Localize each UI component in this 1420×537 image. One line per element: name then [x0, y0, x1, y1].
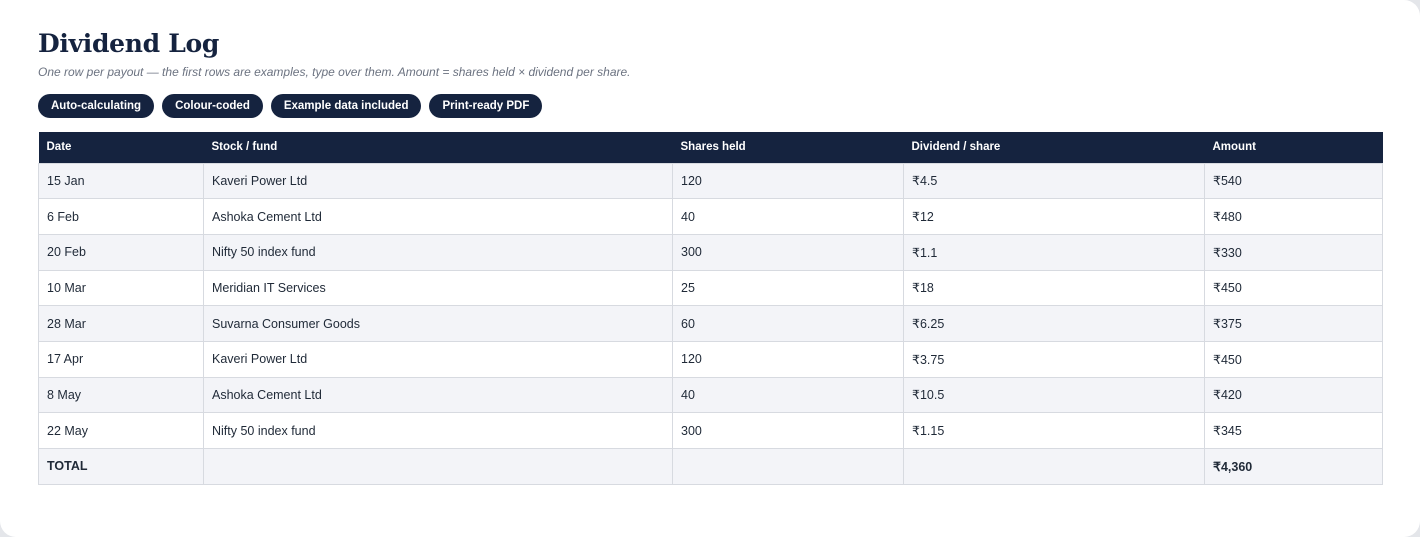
total-label: TOTAL [38, 448, 204, 485]
table-row: 10 Mar Meridian IT Services 25 ₹18 ₹450 [38, 269, 1383, 307]
cell-shares-held[interactable]: 300 [672, 233, 904, 271]
cell-amount: ₹420 [1204, 376, 1383, 414]
total-empty-cell [203, 448, 673, 485]
cell-dividend-per-share[interactable]: ₹6.25 [903, 305, 1205, 342]
header-stock-fund: Stock / fund [203, 132, 673, 163]
dividend-table-container: Date Stock / fund Shares held Dividend /… [38, 132, 1383, 485]
cell-stock-fund[interactable]: Kaveri Power Ltd [203, 340, 673, 378]
cell-shares-held[interactable]: 120 [672, 162, 904, 200]
pill-example-data: Example data included [270, 94, 422, 118]
cell-date[interactable]: 10 Mar [38, 269, 204, 307]
header-date: Date [38, 132, 204, 163]
page-title: Dividend Log [38, 29, 220, 58]
cell-date[interactable]: 22 May [38, 412, 204, 449]
cell-stock-fund[interactable]: Nifty 50 index fund [203, 233, 673, 271]
cell-amount: ₹450 [1204, 340, 1383, 378]
cell-dividend-per-share[interactable]: ₹4.5 [903, 162, 1205, 200]
pill-colour-coded: Colour-coded [162, 94, 263, 118]
total-amount: ₹4,360 [1204, 448, 1383, 485]
cell-stock-fund[interactable]: Nifty 50 index fund [203, 412, 673, 449]
dividend-table: Date Stock / fund Shares held Dividend /… [38, 132, 1383, 485]
header-amount: Amount [1204, 132, 1383, 163]
cell-shares-held[interactable]: 40 [672, 376, 904, 414]
cell-amount: ₹480 [1204, 198, 1383, 235]
cell-shares-held[interactable]: 25 [672, 269, 904, 307]
table-row: 6 Feb Ashoka Cement Ltd 40 ₹12 ₹480 [38, 198, 1383, 235]
feature-pills: Auto-calculating Colour-coded Example da… [38, 94, 543, 118]
header-shares-held: Shares held [672, 132, 904, 163]
pill-print-ready: Print-ready PDF [429, 94, 543, 118]
cell-shares-held[interactable]: 60 [672, 305, 904, 342]
pill-auto-calculating: Auto-calculating [38, 94, 155, 118]
cell-stock-fund[interactable]: Ashoka Cement Ltd [203, 198, 673, 235]
cell-dividend-per-share[interactable]: ₹1.1 [903, 233, 1205, 271]
table-header: Date Stock / fund Shares held Dividend /… [38, 132, 1383, 163]
cell-amount: ₹540 [1204, 162, 1383, 200]
cell-dividend-per-share[interactable]: ₹1.15 [903, 412, 1205, 449]
table-body: 15 Jan Kaveri Power Ltd 120 ₹4.5 ₹540 6 … [38, 162, 1383, 485]
cell-date[interactable]: 17 Apr [38, 340, 204, 378]
cell-dividend-per-share[interactable]: ₹10.5 [903, 376, 1205, 414]
dividend-log-card: Dividend Log One row per payout — the fi… [0, 0, 1420, 537]
cell-date[interactable]: 28 Mar [38, 305, 204, 342]
total-empty-cell [903, 448, 1205, 485]
cell-stock-fund[interactable]: Meridian IT Services [203, 269, 673, 307]
table-row: 8 May Ashoka Cement Ltd 40 ₹10.5 ₹420 [38, 376, 1383, 414]
cell-dividend-per-share[interactable]: ₹3.75 [903, 340, 1205, 378]
cell-date[interactable]: 20 Feb [38, 233, 204, 271]
total-row: TOTAL ₹4,360 [38, 448, 1383, 485]
table-row: 20 Feb Nifty 50 index fund 300 ₹1.1 ₹330 [38, 233, 1383, 271]
cell-dividend-per-share[interactable]: ₹18 [903, 269, 1205, 307]
cell-stock-fund[interactable]: Kaveri Power Ltd [203, 162, 673, 200]
table-row: 15 Jan Kaveri Power Ltd 120 ₹4.5 ₹540 [38, 162, 1383, 200]
cell-date[interactable]: 15 Jan [38, 162, 204, 200]
page-subtitle: One row per payout — the first rows are … [38, 65, 631, 79]
cell-amount: ₹330 [1204, 233, 1383, 271]
header-row: Date Stock / fund Shares held Dividend /… [38, 132, 1383, 163]
cell-stock-fund[interactable]: Ashoka Cement Ltd [203, 376, 673, 414]
table-row: 22 May Nifty 50 index fund 300 ₹1.15 ₹34… [38, 412, 1383, 449]
cell-dividend-per-share[interactable]: ₹12 [903, 198, 1205, 235]
cell-shares-held[interactable]: 300 [672, 412, 904, 449]
cell-amount: ₹450 [1204, 269, 1383, 307]
cell-amount: ₹345 [1204, 412, 1383, 449]
header-dividend-per-share: Dividend / share [903, 132, 1205, 163]
cell-shares-held[interactable]: 120 [672, 340, 904, 378]
cell-date[interactable]: 6 Feb [38, 198, 204, 235]
table-row: 17 Apr Kaveri Power Ltd 120 ₹3.75 ₹450 [38, 340, 1383, 378]
cell-stock-fund[interactable]: Suvarna Consumer Goods [203, 305, 673, 342]
cell-shares-held[interactable]: 40 [672, 198, 904, 235]
total-empty-cell [672, 448, 904, 485]
cell-amount: ₹375 [1204, 305, 1383, 342]
cell-date[interactable]: 8 May [38, 376, 204, 414]
table-row: 28 Mar Suvarna Consumer Goods 60 ₹6.25 ₹… [38, 305, 1383, 342]
